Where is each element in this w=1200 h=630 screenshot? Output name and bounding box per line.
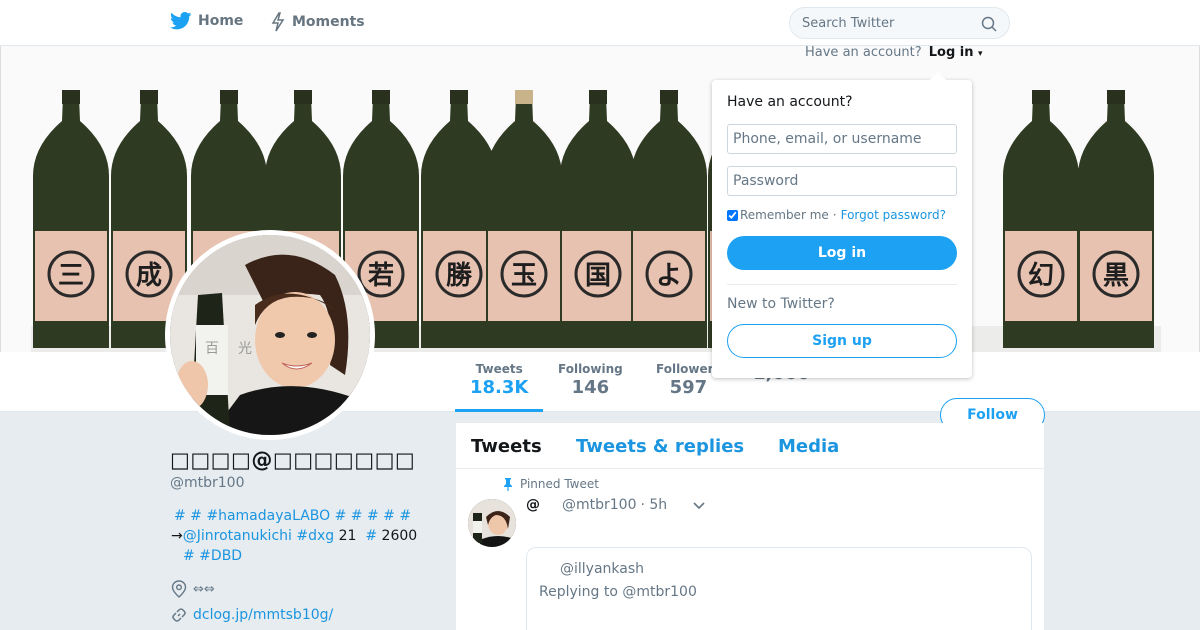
tab-tweets[interactable]: Tweets [471, 436, 542, 457]
forgot-password-link[interactable]: Forgot password? [841, 208, 946, 222]
remember-me-checkbox[interactable] [727, 209, 738, 221]
nav-home-link[interactable]: Home [170, 12, 243, 30]
bottle-label-text: 玉 [511, 261, 537, 291]
tab-tweets-replies[interactable]: Tweets & replies [576, 436, 744, 457]
bottle-label-text: 若 [368, 261, 394, 291]
nav-home-label: Home [198, 13, 244, 29]
banner-bottle: 幻 [1003, 90, 1079, 348]
stat-followers[interactable]: Followers 597 [656, 362, 721, 398]
bio-arrow: → [171, 528, 183, 544]
bottle-label-text: 成 [136, 261, 162, 291]
remember-row: Remember me · Forgot password? [727, 208, 946, 222]
login-button[interactable]: Log in [727, 236, 957, 270]
quoted-tweet-card[interactable]: @illyankash Replying to @mtbr100 [526, 547, 1032, 630]
bottle-label-text: 幻 [1028, 261, 1054, 291]
tweet-header: @ @mtbr100 · 5h [526, 497, 667, 513]
timeline: Tweets Tweets & replies Media Pinned Twe… [456, 423, 1044, 630]
stat-tweets-value: 18.3K [470, 377, 529, 398]
tweet-author-name[interactable]: @ [526, 497, 540, 513]
account-prompt: Have an account? Log in ▾ [805, 45, 983, 60]
search-input[interactable] [790, 8, 980, 38]
login-toggle[interactable]: Log in ▾ [929, 45, 983, 60]
location-text: ⇔⇔ [193, 581, 215, 597]
bio-line-3[interactable]: # #DBD [171, 546, 431, 566]
tweet-avatar-photo [468, 499, 516, 547]
svg-text:百: 百 [205, 341, 219, 357]
bottle-label-text: よ [656, 261, 682, 291]
dropdown-divider [727, 284, 957, 285]
stat-following-value: 146 [571, 377, 610, 398]
banner-bottle: 勝 [421, 90, 497, 348]
banner-bottle: よ [631, 90, 707, 348]
banner-bottle: 玉 [486, 90, 562, 348]
account-prompt-text: Have an account? [805, 45, 922, 60]
stat-following[interactable]: Following 146 [558, 362, 623, 398]
stat-following-label: Following [558, 362, 623, 376]
bottle-label-text: 黒 [1103, 261, 1129, 291]
nav-moments-link[interactable]: Moments [270, 12, 365, 32]
timeline-tabs: Tweets Tweets & replies Media [456, 423, 1044, 469]
url-text[interactable]: dclog.jp/mmtsb10g/ [193, 607, 333, 623]
tweet-timestamp[interactable]: · 5h [641, 497, 668, 513]
profile-avatar[interactable]: 百 光 [165, 230, 375, 440]
quoted-tweet-handle: @illyankash [560, 561, 645, 577]
link-icon [172, 608, 186, 622]
tweet-avatar[interactable] [468, 499, 516, 547]
active-stat-underline [455, 409, 543, 412]
password-field[interactable] [727, 166, 957, 196]
quoted-tweet-replying-to: Replying to @mtbr100 [539, 584, 697, 600]
caret-down-icon: ▾ [978, 49, 983, 59]
login-toggle-label: Log in [928, 45, 974, 60]
separator-dot: · [832, 208, 837, 222]
svg-text:光: 光 [238, 341, 252, 357]
top-nav-bar: Home Moments [0, 0, 1200, 46]
bio-mention-link[interactable]: @Jinrotanukichi [183, 528, 292, 544]
lightning-icon [271, 12, 285, 32]
location-pin-icon [171, 580, 187, 598]
banner-bottle: 三 [33, 90, 109, 348]
bottle-label-text: 国 [585, 261, 611, 291]
profile-handle[interactable]: @mtbr100 [170, 475, 245, 491]
signup-button[interactable]: Sign up [727, 324, 957, 358]
bio-line-1[interactable]: # # #hamadayaLABO # # # # # [171, 506, 431, 526]
stat-tweets[interactable]: Tweets 18.3K [470, 362, 528, 398]
stat-followers-label: Followers [656, 362, 721, 376]
tab-media[interactable]: Media [778, 436, 839, 457]
login-dropdown-heading: Have an account? [727, 94, 853, 110]
profile-bio: # # #hamadayaLABO # # # # # →@Jinrotanuk… [171, 506, 431, 566]
remember-me-label: Remember me [740, 208, 829, 222]
bottle-label-text: 三 [58, 261, 84, 291]
profile-url[interactable]: dclog.jp/mmtsb10g/ [171, 607, 333, 623]
tweet-author-handle[interactable]: @mtbr100 [562, 497, 637, 513]
twitter-bird-icon [170, 12, 192, 30]
bio-hashtag-dxg[interactable]: #dxg [296, 528, 334, 544]
avatar-photo: 百 光 [170, 235, 370, 435]
bio-number-21: 21 [338, 528, 357, 544]
search-box [789, 7, 1010, 39]
chevron-down-icon[interactable] [692, 501, 706, 511]
nav-moments-label: Moments [292, 14, 365, 30]
banner-bottle: 黒 [1078, 90, 1154, 348]
pinned-tweet-label: Pinned Tweet [520, 477, 599, 491]
new-to-twitter-text: New to Twitter? [727, 296, 835, 312]
profile-location: ⇔⇔ [171, 580, 215, 598]
pin-icon [504, 478, 512, 491]
login-dropdown: Have an account? Remember me · Forgot pa… [712, 72, 972, 378]
profile-display-name: □□□□@□□□□□□□ [170, 448, 416, 472]
bottle-label-text: 勝 [446, 261, 473, 291]
pinned-tweet-row: Pinned Tweet [502, 477, 599, 491]
bio-line-2: →@Jinrotanukichi #dxg 21 # 2600 [171, 526, 431, 546]
bio-hash[interactable]: # [365, 528, 377, 544]
stat-followers-value: 597 [669, 377, 708, 398]
bio-number-2600: 2600 [381, 528, 418, 544]
banner-bottle: 国 [560, 90, 636, 348]
username-field[interactable] [727, 124, 957, 154]
stat-tweets-label: Tweets [475, 362, 523, 376]
search-icon[interactable] [981, 16, 997, 32]
